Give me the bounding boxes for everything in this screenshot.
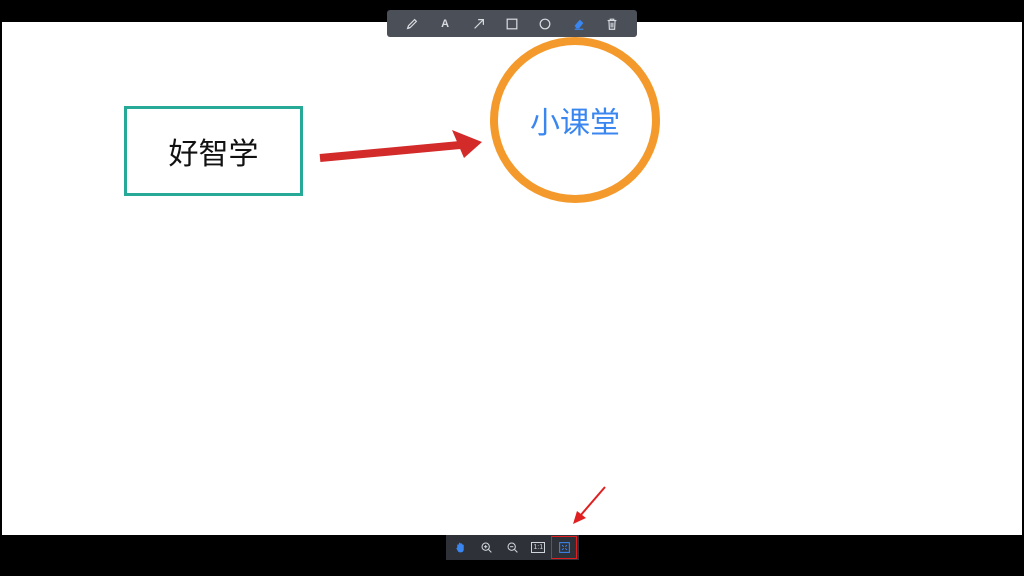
eraser-tool[interactable] xyxy=(568,13,590,35)
zoom-out-button[interactable] xyxy=(500,536,526,559)
zoom-in-icon xyxy=(481,542,492,553)
circle-tool[interactable] xyxy=(534,13,556,35)
text-tool[interactable]: A xyxy=(434,13,456,35)
actual-size-glyph: 1:1 xyxy=(531,542,546,553)
circle-icon xyxy=(539,18,551,29)
zoom-out-icon xyxy=(507,542,518,553)
trash-icon xyxy=(607,18,617,30)
arrow-tool[interactable] xyxy=(468,13,490,35)
pencil-tool[interactable] xyxy=(401,13,423,35)
rectangle-tool[interactable] xyxy=(501,13,523,35)
teal-rectangle-shape[interactable]: 好智学 xyxy=(124,106,303,196)
rectangle-icon xyxy=(506,18,518,29)
drawing-toolbar: A xyxy=(387,10,637,37)
arrow-icon xyxy=(473,18,484,29)
actual-size-button[interactable]: 1:1 xyxy=(525,536,551,559)
fit-screen-icon xyxy=(558,542,570,553)
eraser-icon xyxy=(574,19,584,30)
hand-icon xyxy=(456,542,465,553)
fit-screen-button[interactable] xyxy=(551,536,577,559)
circle-text: 小课堂 xyxy=(530,106,620,141)
rectangle-text: 好智学 xyxy=(168,137,259,172)
delete-tool[interactable] xyxy=(601,13,623,35)
orange-circle-shape[interactable]: 小课堂 xyxy=(490,37,660,203)
zoom-in-button[interactable] xyxy=(474,536,500,559)
hand-tool-button[interactable] xyxy=(448,536,474,559)
text-tool-glyph: A xyxy=(441,17,450,30)
pencil-icon xyxy=(406,18,417,29)
view-toolbar: 1:1 xyxy=(446,535,579,560)
